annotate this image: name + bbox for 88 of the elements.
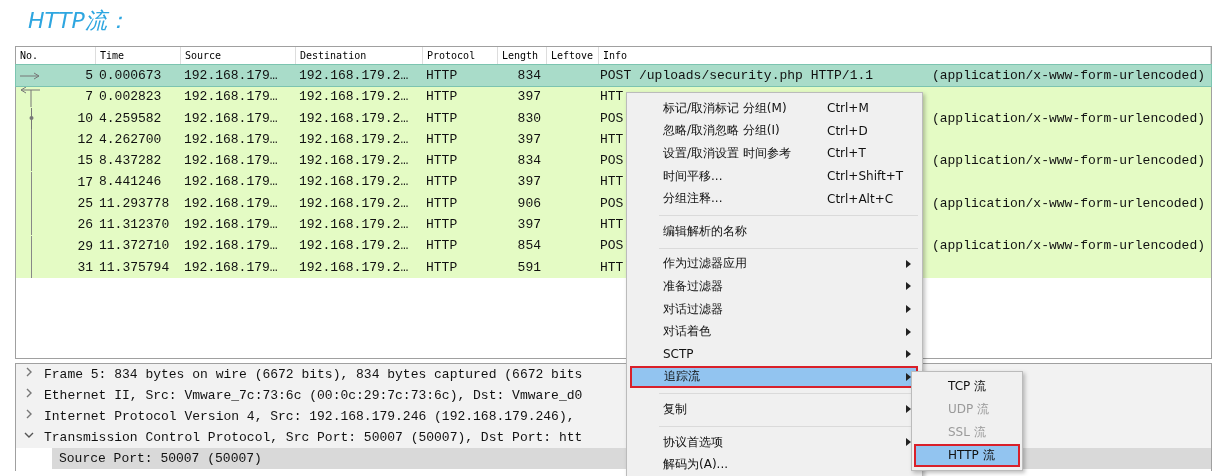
table-cell-text: 15 bbox=[77, 152, 93, 171]
table-cell-text: 854 bbox=[516, 237, 542, 256]
table-cell-text: HTTP bbox=[425, 216, 459, 235]
table-cell-text: 192.168.179.2… bbox=[298, 109, 410, 128]
table-cell-text: 17 bbox=[77, 173, 93, 192]
table-cell-text: 0.002823 bbox=[98, 88, 163, 107]
table-cell-text: 397 bbox=[516, 216, 542, 235]
table-cell-text: 192.168.179… bbox=[183, 109, 279, 128]
table-cell-text: 834 bbox=[516, 152, 542, 171]
table-cell-text: (application/x-www-form-urlencoded) bbox=[931, 152, 1205, 171]
table-cell-text: POS bbox=[600, 237, 624, 256]
section-heading: HTTP流： bbox=[27, 7, 130, 35]
left-arrow-icon bbox=[19, 86, 41, 108]
table-cell-text: 906 bbox=[516, 194, 542, 213]
table-cell-text: 192.168.179… bbox=[183, 194, 279, 213]
table-cell-text: POS bbox=[600, 194, 624, 213]
menu-item[interactable]: 追踪流 bbox=[630, 365, 918, 389]
tree-item[interactable]: Frame 5: 834 bytes on wire (6672 bits), 834 bytes captured (6672 bits bbox=[44, 364, 587, 385]
table-cell-text: (application/x-www-form-urlencoded) bbox=[931, 109, 1205, 128]
table-cell-text: 11.293778 bbox=[98, 194, 171, 213]
table-cell-text: 25 bbox=[77, 194, 93, 213]
table-cell-text: HTTP bbox=[425, 88, 459, 107]
table-cell-text: 397 bbox=[516, 173, 542, 192]
table-cell-text: 5 bbox=[85, 67, 93, 86]
table-cell-text: 192.168.179.2… bbox=[298, 258, 410, 277]
table-cell-text: (application/x-www-form-urlencoded) bbox=[931, 194, 1205, 213]
menu-item[interactable]: SCTP bbox=[629, 342, 918, 366]
table-cell-text: 192.168.179.2… bbox=[298, 216, 410, 235]
table-cell-text: 834 bbox=[516, 67, 542, 85]
table-cell-text: HTT bbox=[600, 173, 624, 192]
table-cell-text: HTTP bbox=[425, 67, 459, 85]
table-cell-text: 29 bbox=[77, 237, 93, 256]
table-cell-text: HTTP bbox=[425, 109, 459, 128]
table-cell-text: HTT bbox=[600, 130, 624, 149]
table-cell-text: HTT bbox=[600, 258, 624, 277]
table-cell-text: 192.168.179… bbox=[183, 237, 279, 256]
table-cell-text: 192.168.179.2… bbox=[298, 130, 410, 149]
table-cell-text: HTTP bbox=[425, 258, 459, 277]
table-cell-text: 192.168.179… bbox=[183, 258, 279, 277]
table-cell-text: 10 bbox=[77, 109, 93, 128]
table-cell-text: HTT bbox=[600, 88, 624, 107]
table-cell-text: 591 bbox=[516, 258, 542, 277]
right-arrow-icon bbox=[19, 71, 41, 80]
table-cell-text: 8.441246 bbox=[98, 173, 163, 192]
table-cell-text: 4.262700 bbox=[98, 130, 163, 149]
table-cell-text: 11.375794 bbox=[98, 258, 171, 277]
table-cell-text: 192.168.179… bbox=[183, 216, 279, 235]
table-cell-text: 192.168.179.2… bbox=[298, 237, 410, 256]
table-cell-text: 192.168.179… bbox=[183, 67, 279, 85]
table-cell-text: POS bbox=[600, 152, 624, 171]
table-cell-text: 11.312370 bbox=[98, 216, 171, 235]
table-cell-text: (application/x-www-form-urlencoded) bbox=[931, 67, 1205, 85]
table-cell-text: HTTP bbox=[425, 173, 459, 192]
table-cell-text: HTTP bbox=[425, 194, 459, 213]
packet-row[interactable]: 5 0.000673 192.168.179… 192.168.179.2… HTTP 834 POST /uploads/security.php HTTP/1.1 (application/x-www-form-urlencoded) bbox=[16, 65, 1211, 87]
table-cell-text: 192.168.179… bbox=[183, 130, 279, 149]
table-cell-text: 192.168.179.2… bbox=[298, 173, 410, 192]
table-cell-text: 11.372710 bbox=[98, 237, 171, 256]
menu-item[interactable]: 对话过滤器 bbox=[629, 297, 918, 321]
table-cell-text: POST /uploads/security.php HTTP/1.1 bbox=[600, 67, 874, 85]
tree-item[interactable]: Transmission Control Protocol, Src Port: 50007 (50007), Dst Port: htt bbox=[44, 427, 587, 448]
table-cell-text: 192.168.179… bbox=[183, 173, 279, 192]
table-cell-text: 8.437282 bbox=[98, 152, 163, 171]
table-cell-text: POS bbox=[600, 109, 624, 128]
table-cell-text: 26 bbox=[77, 216, 93, 235]
table-cell-text: HTTP bbox=[425, 130, 459, 149]
table-cell-text: 830 bbox=[516, 109, 542, 128]
table-cell-text: 7 bbox=[85, 88, 93, 107]
menu-item[interactable]: 准备过滤器 bbox=[629, 275, 918, 298]
table-cell-text: 192.168.179.2… bbox=[298, 88, 410, 107]
table-cell-text: 192.168.179.2… bbox=[298, 152, 410, 171]
menu-item[interactable]: HTTP 流 bbox=[914, 444, 1020, 467]
table-cell-text: 31 bbox=[77, 258, 93, 277]
table-cell-text: 0.000673 bbox=[98, 67, 163, 85]
table-cell-text: 397 bbox=[516, 88, 542, 107]
table-cell-text: HTTP bbox=[425, 152, 459, 171]
table-cell-text: (application/x-www-form-urlencoded) bbox=[931, 237, 1205, 256]
table-cell-text: 192.168.179… bbox=[183, 152, 279, 171]
table-cell-text: 4.259582 bbox=[98, 109, 163, 128]
table-cell-text: 12 bbox=[77, 131, 93, 150]
menu-item[interactable]: 对话着色 bbox=[629, 320, 918, 343]
table-cell-text: HTTP bbox=[425, 237, 459, 256]
table-cell-text: 397 bbox=[516, 130, 542, 149]
related-packet-icon bbox=[28, 107, 34, 129]
table-cell-text: 192.168.179.2… bbox=[298, 67, 410, 85]
table-cell-text: 192.168.179… bbox=[183, 88, 279, 107]
table-cell-text: 192.168.179.2… bbox=[298, 194, 410, 213]
table-cell-text: HTT bbox=[600, 216, 624, 235]
